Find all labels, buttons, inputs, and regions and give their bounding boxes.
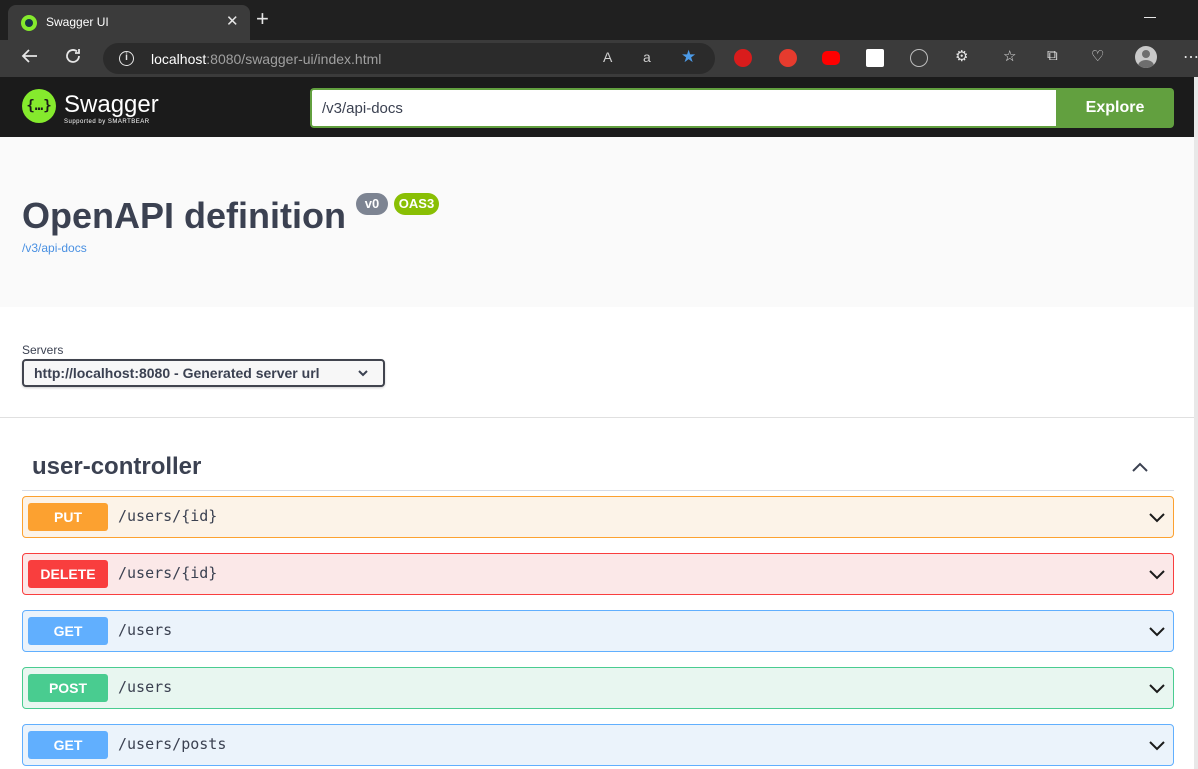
youtube-extension-icon[interactable] [822, 51, 840, 65]
oas-badge: OAS3 [394, 193, 439, 215]
address-bar[interactable]: i localhost:8080/swagger-ui/index.html A… [103, 43, 715, 74]
page-scrollbar[interactable] [1194, 77, 1198, 769]
operation-path: /users/posts [118, 735, 227, 753]
download-extension-icon[interactable] [866, 49, 884, 67]
method-badge: POST [28, 674, 108, 702]
operation-path: /users/{id} [118, 564, 218, 582]
collections-icon[interactable]: ⧉ [1047, 47, 1058, 64]
spec-url-input[interactable] [310, 88, 1058, 128]
extension-hand-icon[interactable] [779, 49, 797, 67]
api-info-section: OpenAPI definition v0 OAS3 /v3/api-docs [0, 137, 1194, 307]
operation-delete-users-id[interactable]: DELETE /users/{id} [22, 553, 1174, 595]
tag-section-header[interactable]: user-controller [22, 443, 1174, 491]
method-badge: GET [28, 731, 108, 759]
divider [0, 417, 1194, 418]
browser-tab[interactable]: Swagger UI ✕ [8, 5, 250, 40]
health-icon[interactable]: ♡ [1091, 47, 1104, 65]
swagger-page: {…} Swagger Supported by SMARTBEAR Explo… [0, 77, 1198, 769]
swagger-topbar: {…} Swagger Supported by SMARTBEAR Explo… [0, 77, 1194, 137]
tab-title: Swagger UI [46, 15, 109, 29]
url-text[interactable]: localhost:8080/swagger-ui/index.html [151, 51, 381, 67]
browser-toolbar: i localhost:8080/swagger-ui/index.html A… [0, 40, 1198, 77]
operation-path: /users [118, 678, 173, 696]
chevron-down-icon[interactable] [1147, 507, 1167, 532]
sync-extension-icon[interactable] [910, 49, 928, 67]
api-title: OpenAPI definition [22, 195, 346, 236]
operation-path: /users/{id} [118, 507, 218, 525]
tab-close-icon[interactable]: ✕ [226, 12, 239, 30]
operation-get-users[interactable]: GET /users [22, 610, 1174, 652]
refresh-icon[interactable] [63, 46, 83, 72]
servers-label: Servers [22, 343, 64, 357]
extension-red-icon[interactable] [734, 49, 752, 67]
swagger-favicon-icon [21, 15, 37, 31]
version-badge: v0 [356, 193, 388, 215]
browser-tab-bar: Swagger UI ✕ + [0, 0, 1198, 40]
method-badge: GET [28, 617, 108, 645]
swagger-logo-icon[interactable]: {…} [22, 89, 56, 123]
operation-path: /users [118, 621, 173, 639]
more-icon[interactable]: ⋯ [1183, 47, 1198, 67]
favorites-icon[interactable]: ☆ [1003, 47, 1016, 65]
spec-link[interactable]: /v3/api-docs [22, 241, 87, 255]
extensions-icon[interactable]: ⚙ [955, 47, 968, 65]
chevron-down-icon [357, 361, 369, 393]
explore-button[interactable]: Explore [1056, 88, 1174, 128]
profile-icon[interactable] [1135, 46, 1157, 68]
swagger-logo-text: Swagger [64, 91, 159, 118]
swagger-logo-subtext: Supported by SMARTBEAR [64, 119, 150, 125]
method-badge: DELETE [28, 560, 108, 588]
tag-name: user-controller [32, 453, 202, 480]
new-tab-icon[interactable]: + [256, 8, 269, 30]
operation-post-users[interactable]: POST /users [22, 667, 1174, 709]
minimize-icon[interactable] [1144, 17, 1156, 18]
chevron-down-icon[interactable] [1147, 564, 1167, 589]
info-icon[interactable]: i [119, 51, 134, 66]
operation-put-users-id[interactable]: PUT /users/{id} [22, 496, 1174, 538]
favorite-star-icon[interactable]: ★ [681, 47, 696, 67]
servers-select[interactable]: http://localhost:8080 - Generated server… [22, 359, 385, 387]
chevron-down-icon[interactable] [1147, 621, 1167, 646]
operation-get-users-posts[interactable]: GET /users/posts [22, 724, 1174, 766]
method-badge: PUT [28, 503, 108, 531]
back-arrow-icon[interactable] [20, 46, 40, 72]
chevron-down-icon[interactable] [1147, 678, 1167, 703]
servers-selected-value: http://localhost:8080 - Generated server… [34, 365, 320, 381]
chevron-up-icon[interactable] [1130, 457, 1150, 482]
chevron-down-icon[interactable] [1147, 735, 1167, 760]
translate-icon[interactable]: a [643, 49, 651, 65]
read-aloud-icon[interactable]: A [603, 49, 612, 65]
